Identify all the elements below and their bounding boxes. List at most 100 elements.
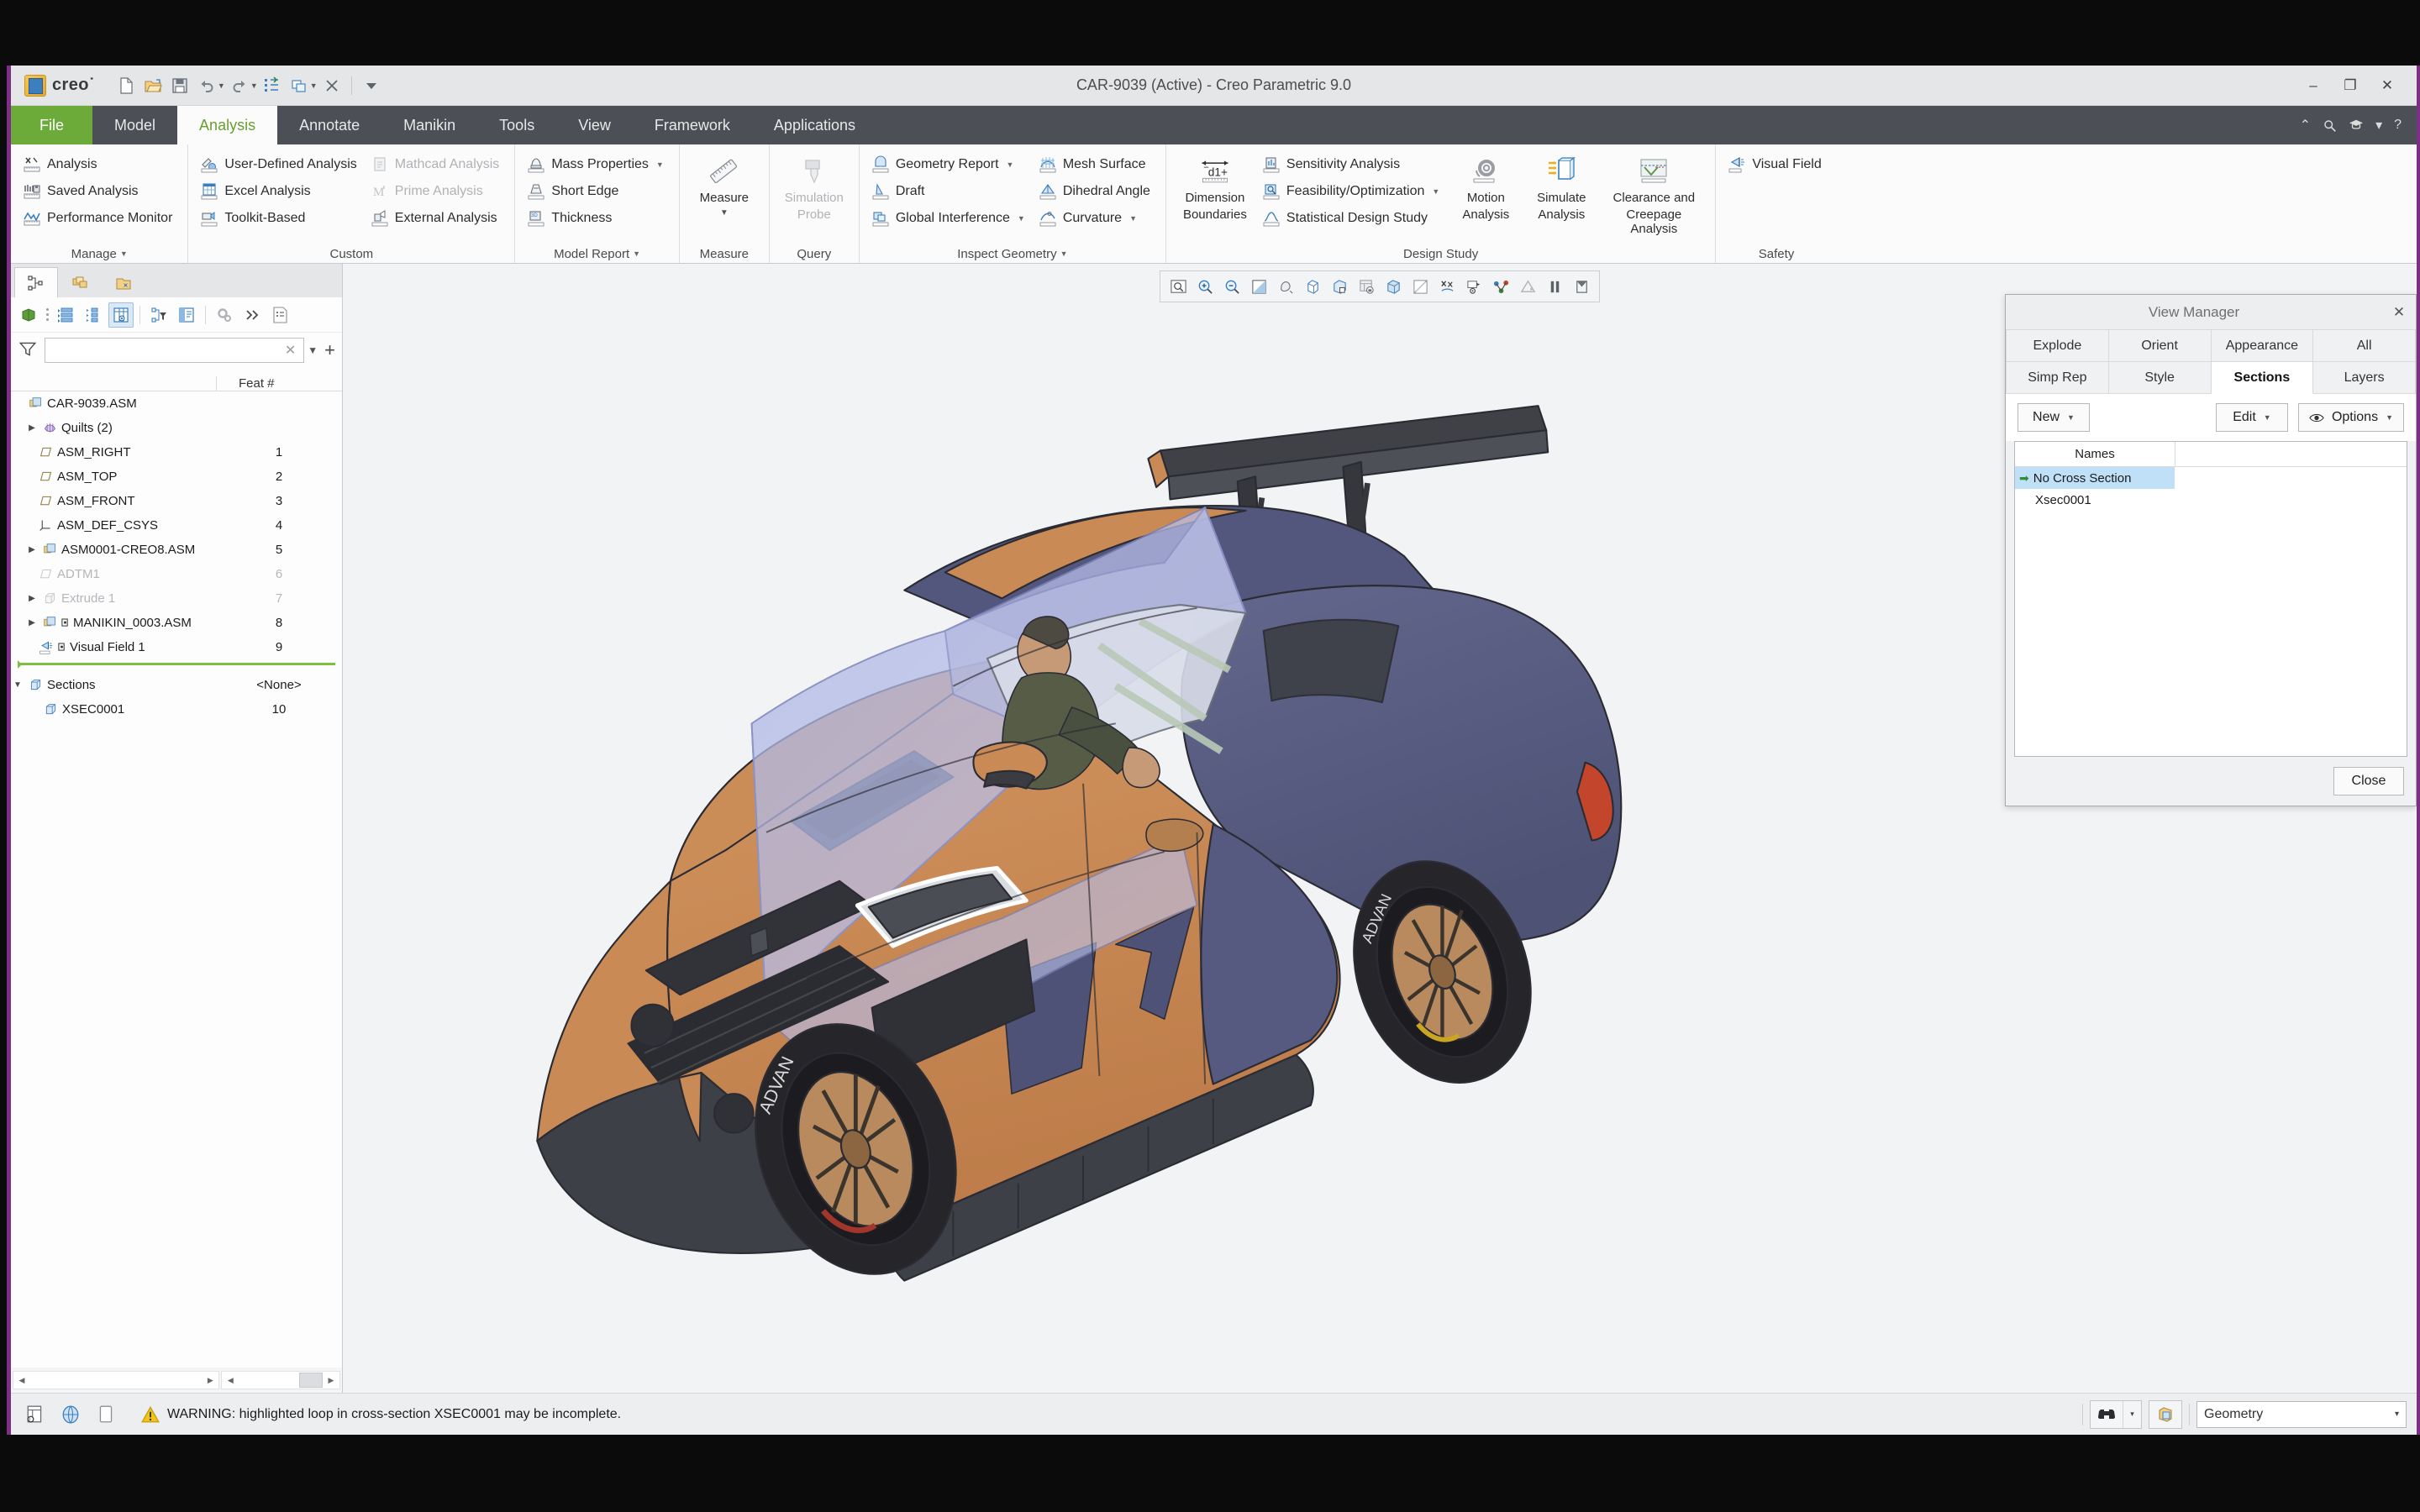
selection-filter-combo[interactable]: Geometry ▾ — [2196, 1400, 2407, 1428]
dimension-boundaries-button[interactable]: ‾d1+ Dimension Boundaries — [1175, 151, 1255, 223]
new-file-icon[interactable] — [113, 73, 139, 98]
tree-row-extrude1[interactable]: ▶ Extrude 1 7 — [11, 586, 342, 611]
redo-dropdown-icon[interactable]: ▼ — [250, 81, 258, 90]
scroll-right-icon-2[interactable]: ▶ — [323, 1372, 339, 1389]
global-interference-dropdown-icon[interactable]: ▼ — [1018, 214, 1025, 223]
sensitivity-analysis-button[interactable]: Sensitivity Analysis — [1259, 151, 1446, 177]
appearance-gallery-icon[interactable] — [1407, 274, 1433, 299]
tree-hscrollbar-2[interactable]: ◀ ▶ — [221, 1371, 340, 1389]
model-tree-tab[interactable] — [14, 267, 58, 297]
layer-tree-tab[interactable] — [58, 267, 102, 297]
vm-new-button[interactable]: New ▼ — [2018, 403, 2090, 432]
thickness-button[interactable]: 3D Thickness — [523, 205, 671, 231]
close-button[interactable]: ✕ — [2370, 71, 2405, 100]
restore-button[interactable]: ❐ — [2333, 71, 2368, 100]
vm-tab-sections[interactable]: Sections — [2211, 362, 2314, 394]
vm-edit-dropdown-icon[interactable]: ▼ — [2264, 413, 2271, 422]
tree-filter-icon[interactable] — [146, 302, 171, 328]
selection-filter-icon[interactable] — [2149, 1401, 2181, 1428]
tree-row-asm0001[interactable]: ▶ ASM0001-CREO8.ASM 5 — [11, 538, 342, 562]
short-edge-button[interactable]: Short Edge — [523, 178, 671, 204]
tree-row-xsec0001[interactable]: XSEC0001 10 — [11, 697, 342, 722]
vm-tab-layers[interactable]: Layers — [2313, 362, 2416, 394]
feasibility-optimization-button[interactable]: Feasibility/Optimization ▼ — [1259, 178, 1446, 204]
measure-dropdown-icon[interactable]: ▼ — [720, 208, 729, 218]
point-display-icon[interactable] — [1488, 274, 1513, 299]
vm-tab-all[interactable]: All — [2313, 330, 2416, 362]
tree-row-sections[interactable]: ▼ Sections <None> — [11, 673, 342, 697]
feasibility-optimization-dropdown-icon[interactable]: ▼ — [1432, 187, 1439, 196]
tree-hscrollbar[interactable]: ◀ ▶ — [13, 1371, 220, 1389]
vm-tab-orient[interactable]: Orient — [2108, 330, 2212, 362]
global-interference-button[interactable]: Global Interference ▼ — [868, 205, 1032, 231]
view-manager-list[interactable]: Names ➡ No Cross Section Xsec0001 — [2014, 441, 2407, 757]
tree-settings-icon[interactable] — [212, 302, 237, 328]
zoom-in-icon[interactable] — [1192, 274, 1218, 299]
annotation-display-icon[interactable] — [1434, 274, 1460, 299]
hscroll-track[interactable] — [30, 1372, 202, 1389]
draft-button[interactable]: Draft — [868, 178, 1032, 204]
tree-row-quilts[interactable]: ▶ Quilts (2) — [11, 416, 342, 440]
section-icon[interactable] — [1569, 274, 1594, 299]
binoculars-icon[interactable] — [2091, 1401, 2123, 1428]
tree-overflow-icon[interactable] — [239, 302, 265, 328]
tree-row-car-asm[interactable]: ▶ CAR-9039.ASM — [11, 391, 342, 416]
expand-arrow[interactable]: ▶ — [25, 545, 39, 554]
undo-icon[interactable] — [194, 73, 219, 98]
spin-center-icon[interactable] — [1461, 274, 1486, 299]
tab-tools[interactable]: Tools — [477, 106, 556, 144]
tab-manikin[interactable]: Manikin — [381, 106, 477, 144]
model-report-dropdown-icon[interactable]: ▼ — [633, 249, 640, 258]
repaint-icon[interactable] — [1246, 274, 1271, 299]
tree-row-visual-field[interactable]: Visual Field 1 9 — [11, 635, 342, 659]
visual-field-button[interactable]: Visual Field — [1724, 151, 1828, 177]
expand-arrow[interactable]: ▶ — [25, 423, 39, 433]
help-icon[interactable]: ? — [2394, 118, 2402, 133]
collapse-ribbon-icon[interactable]: ⌃ — [2300, 117, 2311, 134]
view-manager-icon[interactable] — [1354, 274, 1379, 299]
tab-framework[interactable]: Framework — [633, 106, 752, 144]
tree-filter-funnel-icon[interactable] — [18, 339, 38, 363]
statistical-design-study-button[interactable]: Statistical Design Study — [1259, 205, 1446, 231]
tree-row-asm-top[interactable]: ASM_TOP 2 — [11, 465, 342, 489]
tab-analysis[interactable]: Analysis — [177, 106, 278, 144]
expand-arrow[interactable]: ▶ — [25, 594, 39, 603]
vm-options-button[interactable]: Options ▼ — [2297, 403, 2404, 432]
user-defined-analysis-button[interactable]: User-Defined Analysis — [197, 151, 363, 177]
render-icon[interactable] — [1515, 274, 1540, 299]
tree-row-asm-right[interactable]: ASM_RIGHT 1 — [11, 440, 342, 465]
notes-panel-icon[interactable] — [92, 1400, 120, 1429]
hscroll-thumb-2[interactable] — [299, 1373, 323, 1388]
web-browser-icon[interactable] — [56, 1400, 85, 1429]
scroll-right-icon[interactable]: ▶ — [202, 1372, 218, 1389]
tree-report-icon[interactable] — [267, 302, 292, 328]
model-info-icon[interactable]: i — [21, 1400, 50, 1429]
collapse-all-icon[interactable] — [81, 302, 106, 328]
zoom-out-icon[interactable] — [1219, 274, 1244, 299]
geometry-report-dropdown-icon[interactable]: ▼ — [1007, 160, 1014, 169]
window-dropdown-icon[interactable]: ▼ — [310, 81, 318, 90]
saved-orientations-icon[interactable] — [1327, 274, 1352, 299]
vm-tab-simp-rep[interactable]: Simp Rep — [2006, 362, 2109, 394]
filter-dropdown-icon[interactable]: ▼ — [308, 344, 318, 356]
curvature-dropdown-icon[interactable]: ▼ — [1129, 214, 1137, 223]
refit-icon[interactable] — [1165, 274, 1191, 299]
save-icon[interactable] — [167, 73, 192, 98]
clearance-creepage-button[interactable]: Clearance and Creepage Analysis — [1601, 151, 1707, 236]
ribbon-group-title-model-report[interactable]: Model Report ▼ — [515, 244, 679, 263]
pause-icon[interactable] — [1542, 274, 1567, 299]
show-perspective-icon[interactable] — [1273, 274, 1298, 299]
manage-dropdown-icon[interactable]: ▼ — [120, 249, 128, 258]
tab-view[interactable]: View — [556, 106, 633, 144]
dihedral-angle-button[interactable]: Dihedral Angle — [1035, 178, 1157, 204]
tree-filter-box[interactable]: ✕ — [45, 338, 305, 363]
vm-edit-button[interactable]: Edit ▼ — [2215, 403, 2288, 432]
search-tool-dropdown-icon[interactable]: ▾ — [2123, 1400, 2141, 1428]
toolkit-based-button[interactable]: Toolkit-Based — [197, 205, 363, 231]
mass-properties-dropdown-icon[interactable]: ▼ — [656, 160, 664, 169]
graphics-viewport[interactable]: ADVAN ADVAN View Manager ✕ Explode Orien… — [343, 264, 2417, 1393]
simulate-analysis-button[interactable]: Simulate Analysis — [1525, 151, 1597, 223]
scroll-left-icon-2[interactable]: ◀ — [222, 1372, 239, 1389]
regenerate-icon[interactable] — [260, 73, 285, 98]
learning-dropdown-icon[interactable]: ▾ — [2375, 117, 2382, 134]
